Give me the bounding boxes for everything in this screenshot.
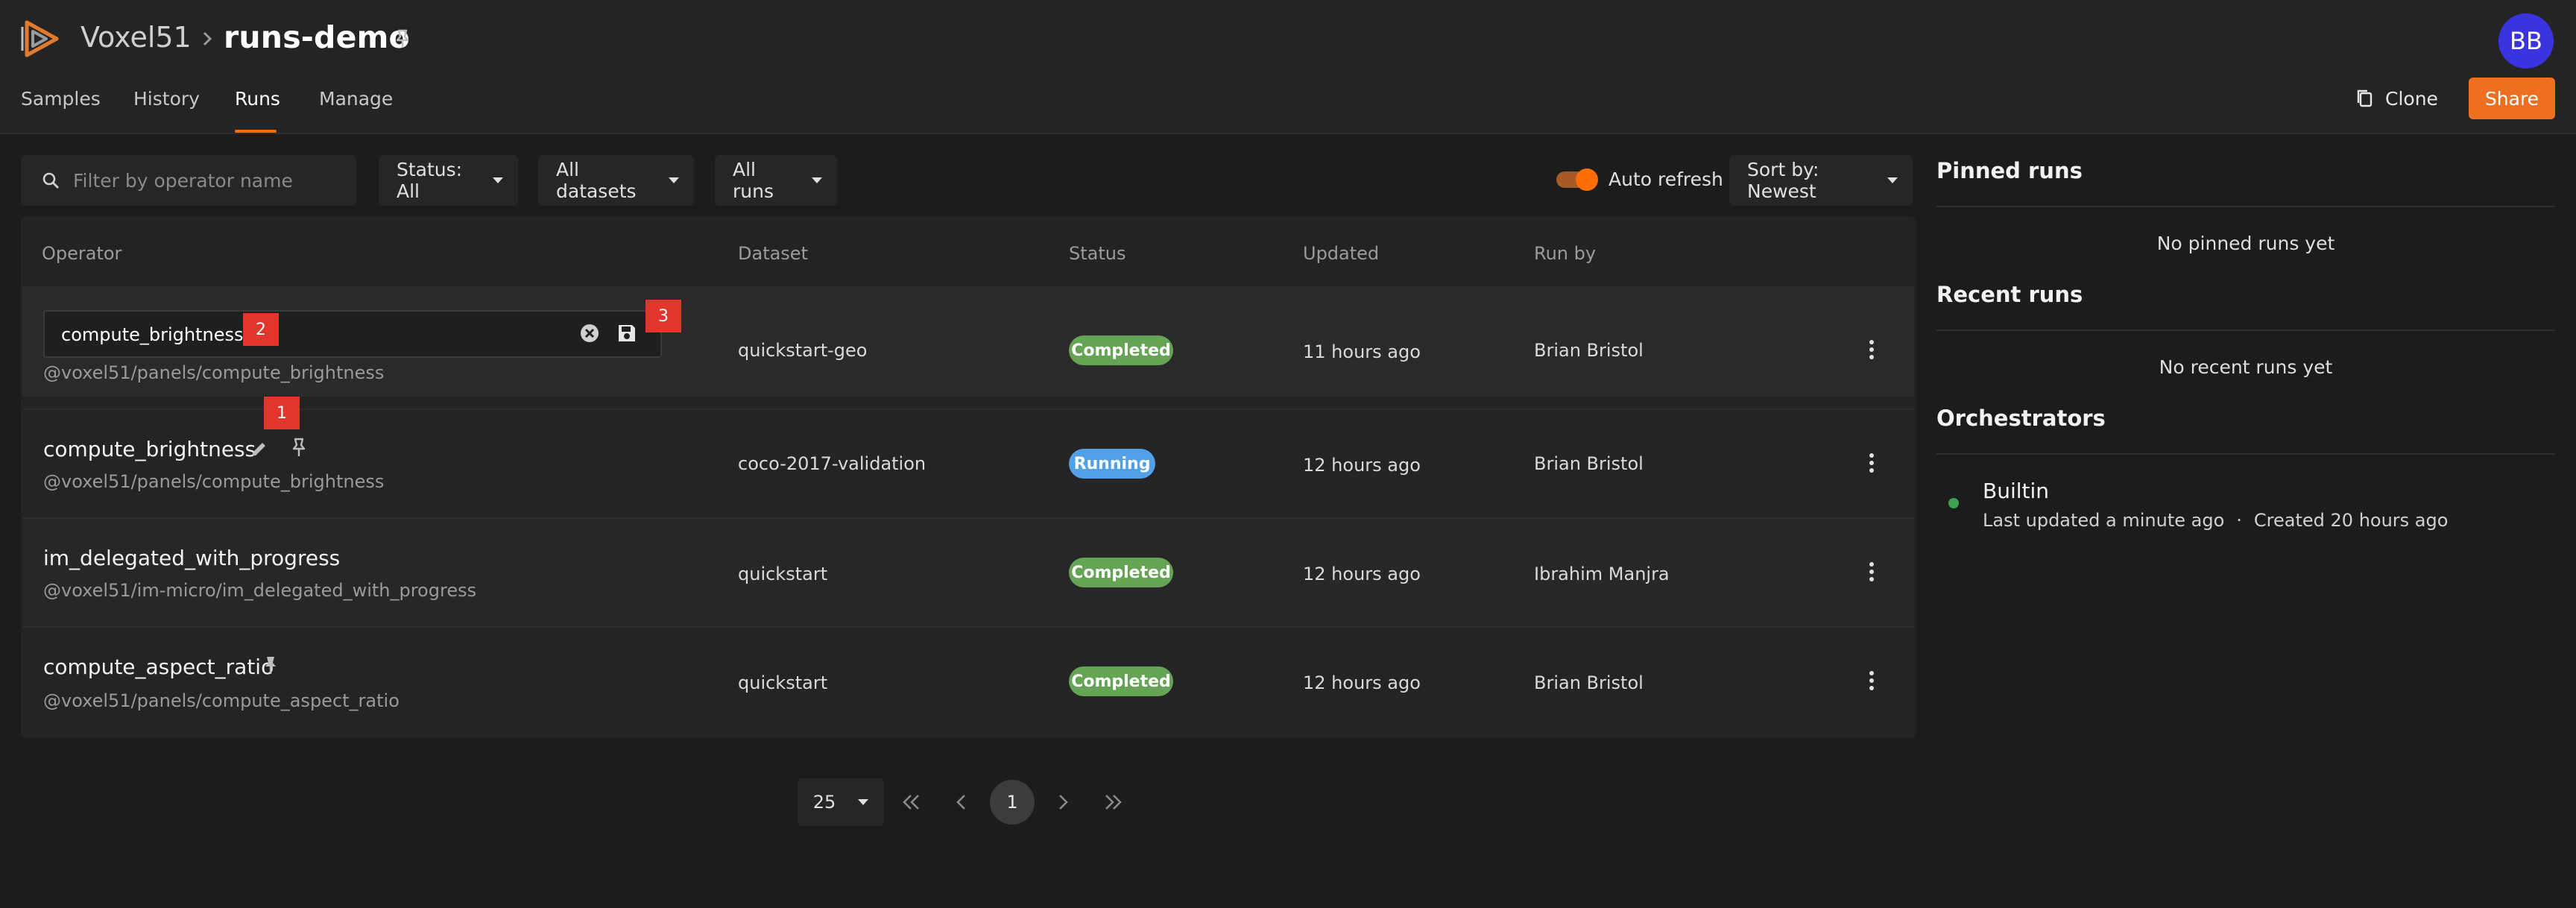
updated-cell: 12 hours ago xyxy=(1303,455,1421,476)
dataset-filter-label: All datasets xyxy=(556,159,637,202)
toggle-knob xyxy=(1576,168,1598,191)
operator-uri: @voxel51/im-micro/im_delegated_with_prog… xyxy=(43,580,477,601)
dataset-title: runs-demo xyxy=(224,19,410,55)
search-icon xyxy=(42,171,60,189)
run-by-cell: Brian Bristol xyxy=(1534,340,1644,361)
pinned-runs-heading: Pinned runs xyxy=(1936,158,2083,183)
updated-cell: 12 hours ago xyxy=(1303,672,1421,693)
status-filter-dropdown[interactable]: Status: All xyxy=(379,155,518,206)
auto-refresh-label: Auto refresh xyxy=(1609,168,1723,190)
clear-icon[interactable] xyxy=(578,322,601,344)
chevron-right-icon xyxy=(198,25,216,52)
orchestrators-heading: Orchestrators xyxy=(1936,406,2106,431)
orchestrator-created: Created 20 hours ago xyxy=(2253,510,2449,531)
operator-name[interactable]: compute_aspect_ratio xyxy=(43,655,274,679)
copy-icon xyxy=(2355,88,2375,109)
last-page-icon[interactable] xyxy=(1099,787,1128,817)
first-page-icon[interactable] xyxy=(896,787,926,817)
caret-down-icon xyxy=(493,177,503,183)
sort-label: Sort by: Newest xyxy=(1747,159,1819,202)
next-page-icon[interactable] xyxy=(1048,787,1078,817)
dataset-cell: coco-2017-validation xyxy=(738,453,926,474)
dataset-cell: quickstart-geo xyxy=(738,340,868,361)
status-badge: Completed xyxy=(1069,558,1173,587)
status-badge: Completed xyxy=(1069,666,1173,696)
runs-filter-dropdown[interactable]: All runs xyxy=(715,155,837,206)
page-size-value: 25 xyxy=(812,792,836,813)
search-box[interactable] xyxy=(21,155,356,206)
orchestrator-status-dot xyxy=(1948,498,1959,508)
voxel51-logo-icon[interactable] xyxy=(19,16,64,61)
prev-page-icon[interactable] xyxy=(947,787,976,817)
dataset-filter-dropdown[interactable]: All datasets xyxy=(538,155,694,206)
recent-empty-text: No recent runs yet xyxy=(2159,356,2333,378)
brand-name[interactable]: Voxel51 xyxy=(80,21,192,54)
auto-refresh-toggle[interactable] xyxy=(1556,168,1598,191)
tab-manage[interactable]: Manage xyxy=(319,88,393,110)
page-button-current[interactable]: 1 xyxy=(990,780,1035,825)
pin-icon[interactable] xyxy=(261,655,280,675)
caret-down-icon xyxy=(858,799,869,805)
tab-history[interactable]: History xyxy=(133,88,200,110)
divider xyxy=(1936,453,2555,455)
operator-uri: @voxel51/panels/compute_aspect_ratio xyxy=(43,690,400,711)
status-badge: Running xyxy=(1069,449,1155,479)
pin-icon[interactable] xyxy=(289,437,309,458)
operator-uri: @voxel51/panels/compute_brightness xyxy=(43,362,385,383)
column-header-updated: Updated xyxy=(1303,243,1380,264)
rename-field[interactable] xyxy=(43,310,662,358)
meta-separator: · xyxy=(2236,510,2242,531)
status-badge: Completed xyxy=(1069,335,1173,365)
operator-name[interactable]: im_delegated_with_progress xyxy=(43,546,340,570)
search-input[interactable] xyxy=(73,169,356,192)
annotation-marker-1: 1 xyxy=(264,397,300,429)
annotation-marker-2: 2 xyxy=(243,313,279,346)
sort-dropdown[interactable]: Sort by: Newest xyxy=(1729,155,1913,206)
rename-input[interactable] xyxy=(61,324,508,345)
pin-icon[interactable] xyxy=(392,28,413,49)
share-button[interactable]: Share xyxy=(2469,78,2555,119)
caret-down-icon xyxy=(812,177,822,183)
caret-down-icon xyxy=(1887,177,1898,183)
annotation-marker-3: 3 xyxy=(645,300,681,332)
operator-name[interactable]: compute_brightness xyxy=(43,437,256,461)
clone-label: Clone xyxy=(2385,87,2438,110)
tab-samples[interactable]: Samples xyxy=(21,88,101,110)
kebab-icon[interactable] xyxy=(1868,453,1875,476)
run-by-cell: Ibrahim Manjra xyxy=(1534,564,1670,584)
column-header-status: Status xyxy=(1069,243,1126,264)
recent-runs-heading: Recent runs xyxy=(1936,282,2083,307)
orchestrator-name[interactable]: Builtin xyxy=(1983,479,2049,503)
divider xyxy=(1936,330,2555,331)
kebab-icon[interactable] xyxy=(1868,340,1875,362)
run-by-cell: Brian Bristol xyxy=(1534,672,1644,693)
caret-down-icon xyxy=(669,177,679,183)
clone-button[interactable]: Clone xyxy=(2355,78,2438,119)
pinned-empty-text: No pinned runs yet xyxy=(2156,233,2335,254)
dataset-cell: quickstart xyxy=(738,564,828,584)
divider xyxy=(1936,206,2555,207)
save-icon[interactable] xyxy=(616,322,638,344)
edit-icon[interactable] xyxy=(249,438,270,459)
run-by-cell: Brian Bristol xyxy=(1534,453,1644,474)
orchestrator-meta: Last updated a minute ago · Created 20 h… xyxy=(1983,510,2448,531)
runs-filter-label: All runs xyxy=(733,159,774,202)
tab-runs[interactable]: Runs xyxy=(235,88,280,110)
column-header-run-by: Run by xyxy=(1534,243,1597,264)
kebab-icon[interactable] xyxy=(1868,562,1875,584)
orchestrator-updated: Last updated a minute ago xyxy=(1983,510,2225,531)
updated-cell: 12 hours ago xyxy=(1303,564,1421,584)
page-size-select[interactable]: 25 xyxy=(798,778,884,826)
updated-cell: 11 hours ago xyxy=(1303,341,1421,362)
kebab-icon[interactable] xyxy=(1868,671,1875,693)
active-tab-indicator xyxy=(235,130,277,133)
dataset-cell: quickstart xyxy=(738,672,828,693)
status-filter-label: Status: All xyxy=(397,159,463,202)
column-header-dataset: Dataset xyxy=(738,243,808,264)
column-header-operator: Operator xyxy=(42,243,122,264)
avatar[interactable]: BB xyxy=(2498,13,2554,69)
operator-uri: @voxel51/panels/compute_brightness xyxy=(43,471,385,492)
